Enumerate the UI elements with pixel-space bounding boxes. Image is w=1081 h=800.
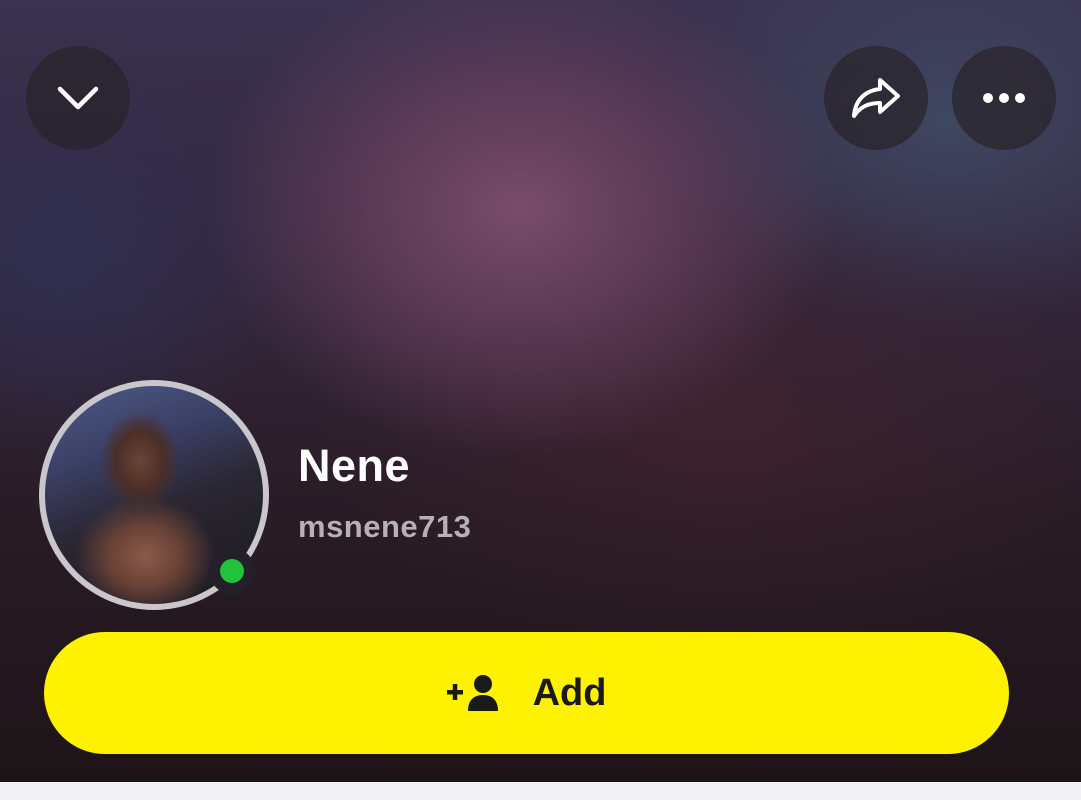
bottom-strip: [0, 782, 1081, 800]
share-button[interactable]: [824, 46, 928, 150]
more-dots-icon: [983, 93, 1025, 103]
add-friend-button[interactable]: Add: [44, 632, 1009, 754]
add-button-label: Add: [532, 671, 607, 714]
online-status-indicator: [209, 548, 255, 594]
chevron-down-icon: [57, 86, 99, 110]
username: msnene713: [298, 509, 472, 544]
add-friend-icon: [446, 675, 498, 711]
share-arrow-icon: [852, 78, 900, 118]
online-dot: [220, 559, 244, 583]
display-name: Nene: [298, 440, 411, 491]
profile-screen: Nene msnene713 Add: [0, 0, 1081, 782]
collapse-button[interactable]: [26, 46, 130, 150]
more-options-button[interactable]: [952, 46, 1056, 150]
